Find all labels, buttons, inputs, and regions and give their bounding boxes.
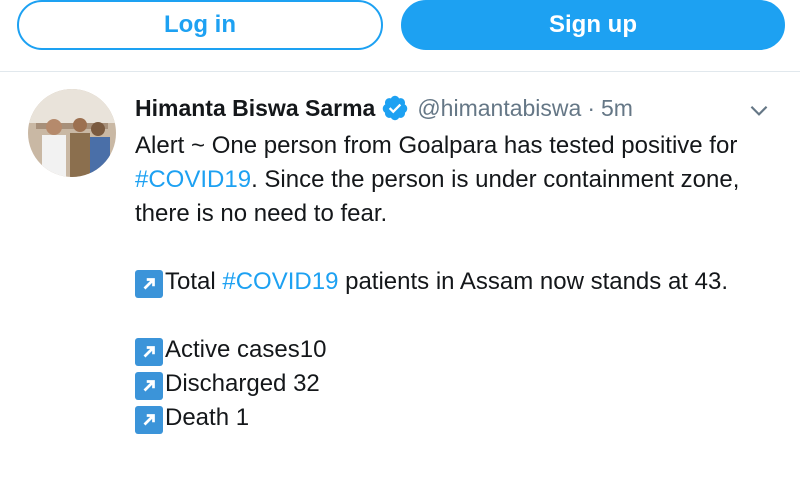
avatar-photo [28,89,116,177]
author-handle[interactable]: @himantabiswa [417,95,581,122]
stat-active: Active cases10 [135,333,785,367]
death-text: Death 1 [165,404,250,431]
active-cases-text: Active cases10 [165,336,327,363]
north-east-arrow-icon [135,406,163,434]
north-east-arrow-icon [135,338,163,366]
tweet: Himanta Biswa Sarma @himantabiswa · 5m A… [0,73,800,500]
north-east-arrow-icon [135,372,163,400]
north-east-arrow-icon [135,270,163,298]
stat-discharged: Discharged 32 [135,367,785,401]
discharged-text: Discharged 32 [165,370,320,397]
tweet-header: Himanta Biswa Sarma @himantabiswa · 5m [135,93,780,123]
alert-text: Alert ~ One person from Goalpara has tes… [135,132,738,159]
total-rest: patients in Assam now stands at 43. [338,268,728,295]
avatar[interactable] [28,89,116,177]
tweet-timestamp[interactable]: 5m [601,95,633,122]
tweet-paragraph-total: Total #COVID19 patients in Assam now sta… [135,265,785,299]
tweet-paragraph-alert: Alert ~ One person from Goalpara has tes… [135,129,785,231]
hashtag-link[interactable]: #COVID19 [135,166,251,193]
stat-death: Death 1 [135,401,785,435]
tweet-text: Alert ~ One person from Goalpara has tes… [135,129,785,435]
signup-button[interactable]: Sign up [401,0,785,50]
chevron-down-icon[interactable] [746,97,772,123]
verified-badge-icon [381,94,409,122]
login-button[interactable]: Log in [17,0,383,50]
hashtag-link[interactable]: #COVID19 [222,268,338,295]
header-separator: · [587,94,595,121]
total-prefix: Total [165,268,223,295]
auth-bar: Log in Sign up [0,0,800,72]
author-name[interactable]: Himanta Biswa Sarma [135,95,375,122]
